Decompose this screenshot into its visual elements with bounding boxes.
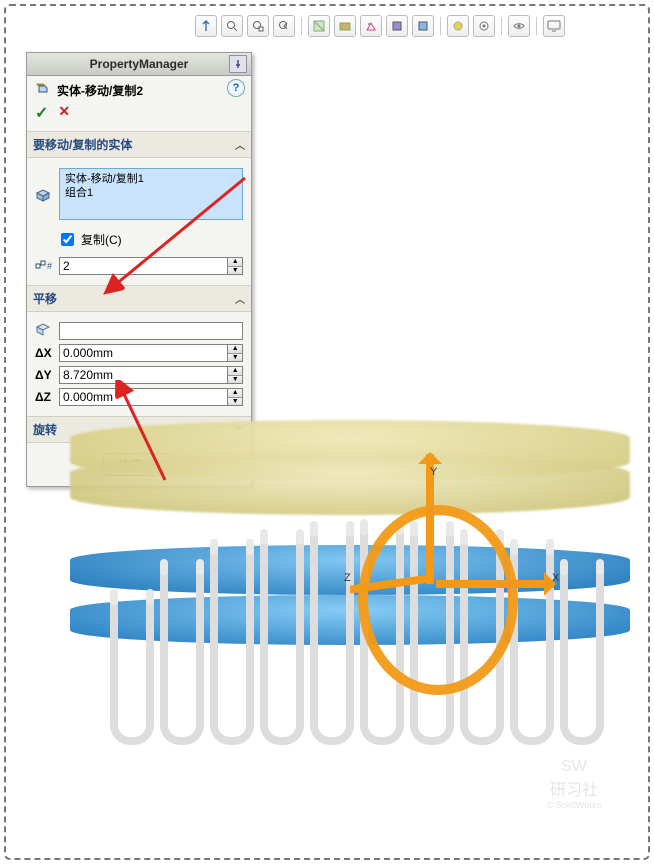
display-style-icon[interactable] — [334, 15, 356, 37]
watermark-top: SW — [561, 758, 587, 776]
prev-view-icon[interactable] — [273, 15, 295, 37]
feature-name-row: 实体-移动/复制2 — [27, 76, 251, 101]
accept-button[interactable]: ✓ — [35, 103, 48, 123]
feature-name: 实体-移动/复制2 — [57, 82, 143, 99]
setting-icon[interactable] — [473, 15, 495, 37]
x-axis-label: X — [552, 572, 559, 584]
spinner-buttons[interactable]: ▲▼ — [227, 257, 243, 275]
chevron-up-icon: ︿ — [235, 137, 245, 152]
scene-icon[interactable] — [360, 15, 382, 37]
section-icon[interactable] — [308, 15, 330, 37]
list-item[interactable]: 组合1 — [65, 186, 237, 200]
orientation-icon[interactable] — [195, 15, 217, 37]
panel-header: PropertyManager — [27, 53, 251, 76]
z-axis-label: Z — [344, 572, 351, 584]
spin-down[interactable]: ▼ — [228, 376, 242, 384]
toolbar-separator — [301, 17, 302, 35]
bodies-selection-box[interactable]: 实体-移动/复制1 组合1 — [59, 168, 243, 220]
watermark-main: 研习社 — [550, 776, 598, 800]
copy-label: 复制(C) — [81, 231, 122, 248]
spin-down[interactable]: ▼ — [228, 354, 242, 362]
copy-count-input[interactable] — [59, 257, 227, 275]
pin-icon[interactable] — [229, 55, 247, 73]
count-icon: # — [35, 258, 59, 275]
rotate-ring-handle[interactable] — [358, 505, 518, 695]
dy-label: ΔY — [35, 368, 59, 382]
spin-up[interactable]: ▲ — [228, 389, 242, 398]
dx-label: ΔX — [35, 346, 59, 360]
display-icon[interactable] — [543, 15, 565, 37]
move-copy-icon — [35, 82, 53, 99]
appearance-icon[interactable] — [447, 15, 469, 37]
translate-to-icon — [35, 323, 59, 340]
list-item[interactable]: 实体-移动/复制1 — [65, 172, 237, 186]
spin-up[interactable]: ▲ — [228, 258, 242, 267]
panel-title: PropertyManager — [90, 57, 189, 71]
bodies-section-title: 要移动/复制的实体 — [33, 136, 132, 153]
toolbar-separator — [440, 17, 441, 35]
help-icon[interactable]: ? — [227, 79, 245, 97]
translate-section-header[interactable]: 平移 ︿ — [27, 285, 251, 312]
rotate-section-title: 旋转 — [33, 421, 57, 438]
bodies-section-body: 实体-移动/复制1 组合1 复制(C) # ▲▼ — [27, 158, 251, 285]
move-triad[interactable]: Y X Z — [350, 470, 510, 670]
watermark: SW 研习社 © SolidWorks — [524, 734, 624, 834]
body-icon — [35, 189, 59, 206]
dz-label: ΔZ — [35, 390, 59, 404]
edit-appearance-icon[interactable] — [412, 15, 434, 37]
spin-down[interactable]: ▼ — [228, 267, 242, 275]
dy-spinner[interactable]: ▲▼ — [59, 366, 243, 384]
copy-count-spinner[interactable]: ▲▼ — [59, 257, 243, 275]
dx-spinner[interactable]: ▲▼ — [59, 344, 243, 362]
view-toolbar — [195, 14, 565, 38]
spinner-buttons[interactable]: ▲▼ — [227, 344, 243, 362]
y-axis-label: Y — [430, 466, 437, 478]
dx-input[interactable] — [59, 344, 227, 362]
cancel-button[interactable]: ✕ — [58, 103, 70, 123]
dy-input[interactable] — [59, 366, 227, 384]
hide-show-icon[interactable] — [386, 15, 408, 37]
toolbar-separator — [501, 17, 502, 35]
spin-up[interactable]: ▲ — [228, 345, 242, 354]
toolbar-separator — [536, 17, 537, 35]
svg-text:#: # — [47, 261, 52, 271]
confirm-row: ✓ ✕ — [27, 101, 251, 131]
zoom-fit-icon[interactable] — [221, 15, 243, 37]
chevron-up-icon: ︿ — [235, 291, 245, 306]
watermark-sub: © SolidWorks — [547, 800, 601, 810]
x-axis-arrow[interactable] — [436, 580, 554, 588]
copy-checkbox-row: 复制(C) — [57, 230, 243, 249]
view-icon[interactable] — [508, 15, 530, 37]
spin-up[interactable]: ▲ — [228, 367, 242, 376]
translate-section-title: 平移 — [33, 290, 57, 307]
copy-checkbox[interactable] — [61, 233, 74, 246]
bodies-section-header[interactable]: 要移动/复制的实体 ︿ — [27, 131, 251, 158]
translate-to-input[interactable] — [59, 322, 243, 340]
zoom-area-icon[interactable] — [247, 15, 269, 37]
spinner-buttons[interactable]: ▲▼ — [227, 366, 243, 384]
